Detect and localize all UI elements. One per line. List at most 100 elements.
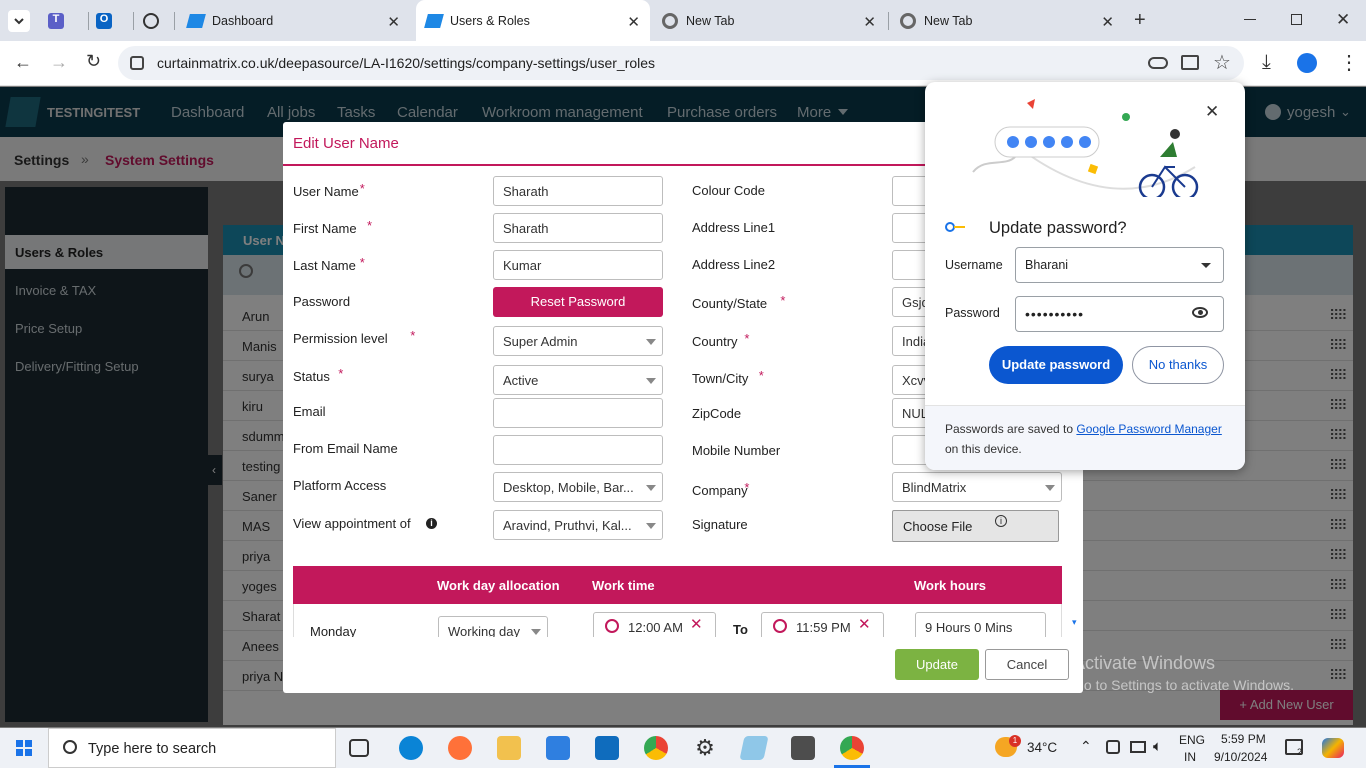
back-icon[interactable]: ← xyxy=(14,52,32,73)
info-icon[interactable]: i xyxy=(426,518,437,529)
update-button[interactable]: Update xyxy=(895,649,979,680)
close-icon[interactable]: ✕ xyxy=(387,13,400,31)
new-tab-icon[interactable]: + xyxy=(1134,9,1146,32)
field-label: Signature xyxy=(692,517,748,532)
notepad-icon[interactable] xyxy=(739,736,769,760)
meet-now-icon[interactable] xyxy=(1106,740,1120,754)
cancel-button[interactable]: Cancel xyxy=(985,649,1069,680)
input-view-appointment-of[interactable]: Aravind, Pruthvi, Kal... xyxy=(493,510,663,540)
popup-footer: Passwords are saved to Google Password M… xyxy=(925,405,1245,470)
tab-chatgpt[interactable] xyxy=(143,0,173,41)
password-label: Password xyxy=(945,306,1000,320)
required-marker: * xyxy=(758,368,764,383)
task-view-icon[interactable] xyxy=(349,739,369,757)
address-bar[interactable]: curtainmatrix.co.uk/deepasource/LA-I1620… xyxy=(118,46,1244,80)
header-work-hours: Work hours xyxy=(914,578,986,593)
input-first-name[interactable]: Sharath xyxy=(493,213,663,243)
work-hours-field[interactable]: 9 Hours 0 Mins xyxy=(915,612,1046,637)
input-value: Desktop, Mobile, Bar... xyxy=(503,480,634,495)
modal-title: Edit User Name xyxy=(293,135,399,152)
day-allocation-select[interactable]: Working day xyxy=(438,616,548,637)
weather-temp[interactable]: 34°C xyxy=(1027,740,1057,755)
close-icon[interactable]: ✕ xyxy=(1101,13,1114,31)
menu-kebab-icon[interactable]: ⋮ xyxy=(1339,50,1359,75)
tab-dashboard[interactable]: Dashboard ✕ xyxy=(178,0,410,41)
modal-scrollbar[interactable]: ▾ xyxy=(1072,617,1080,637)
taskbar-search[interactable]: Type here to search xyxy=(48,728,336,768)
tab-new-tab-1[interactable]: New Tab ✕ xyxy=(654,0,886,41)
tab-teams[interactable]: T xyxy=(48,0,86,41)
browser-tab-strip: T O Dashboard ✕ Users & Roles ✕ New Tab … xyxy=(0,0,1366,41)
clear-time-icon[interactable]: ✕ xyxy=(858,615,871,633)
edge-icon[interactable] xyxy=(399,736,423,760)
chrome-icon[interactable] xyxy=(644,736,668,760)
copilot-icon[interactable] xyxy=(1322,738,1344,758)
input-platform-access[interactable]: Desktop, Mobile, Bar... xyxy=(493,472,663,502)
username-select[interactable]: Bharani xyxy=(1015,247,1224,283)
tab-search-button[interactable] xyxy=(8,10,30,32)
tab-outlook[interactable]: O xyxy=(96,0,132,41)
password-key-icon[interactable] xyxy=(1148,57,1168,69)
input-value: Active xyxy=(503,373,539,388)
chrome-active-icon[interactable] xyxy=(840,736,864,760)
field-label: Platform Access xyxy=(293,478,387,493)
profile-avatar[interactable] xyxy=(1297,53,1317,73)
reset-password-button[interactable]: Reset Password xyxy=(493,287,663,317)
settings-gear-icon[interactable]: ⚙ xyxy=(693,736,717,760)
reload-icon[interactable]: ↻ xyxy=(86,51,101,72)
clock-date[interactable]: 9/10/2024 xyxy=(1214,750,1267,764)
minimize-icon[interactable] xyxy=(1244,19,1256,20)
language-bottom[interactable]: IN xyxy=(1184,750,1196,764)
field-label: Colour Code xyxy=(692,183,765,198)
password-manager-link[interactable]: Google Password Manager xyxy=(1076,422,1221,436)
language-top[interactable]: ENG xyxy=(1179,733,1205,747)
close-window-icon[interactable]: ✕ xyxy=(1336,10,1350,30)
close-icon[interactable]: ✕ xyxy=(863,13,876,31)
curtainmatrix-icon xyxy=(424,13,444,28)
input-user-name[interactable]: Sharath xyxy=(493,176,663,206)
footer-text-2: on this device. xyxy=(945,442,1022,456)
file-explorer-icon[interactable] xyxy=(497,736,521,760)
required-marker: * xyxy=(744,480,750,495)
eye-icon[interactable] xyxy=(1192,307,1208,318)
day-label: Monday xyxy=(310,624,357,637)
windows-start-icon[interactable] xyxy=(16,740,32,756)
field-label: Country xyxy=(692,334,738,349)
username-label: Username xyxy=(945,258,1003,272)
close-icon[interactable]: ✕ xyxy=(627,13,640,31)
clock-time[interactable]: 5:59 PM xyxy=(1221,732,1266,746)
input-from-email-name[interactable] xyxy=(493,435,663,465)
volume-icon[interactable]: 🔈︎ xyxy=(1153,738,1162,755)
install-app-icon[interactable] xyxy=(1181,55,1199,70)
calculator-icon[interactable] xyxy=(791,736,815,760)
info-icon[interactable]: i xyxy=(995,515,1007,527)
bookmark-star-icon[interactable]: ☆ xyxy=(1213,50,1231,75)
mail-icon[interactable] xyxy=(595,736,619,760)
choose-file-button[interactable]: Choose File i xyxy=(892,510,1059,542)
chevron-up-icon[interactable]: ⌃ xyxy=(1080,738,1092,755)
clear-time-icon[interactable]: ✕ xyxy=(690,615,703,633)
dropdown-caret-icon xyxy=(646,339,656,345)
input-company[interactable]: BlindMatrix xyxy=(892,472,1062,502)
store-icon[interactable] xyxy=(546,736,570,760)
site-settings-icon[interactable] xyxy=(130,56,144,70)
update-password-popup: ✕ Update password? Username Bharani Pass… xyxy=(925,82,1245,470)
restore-icon[interactable] xyxy=(1291,14,1302,25)
field-label: Status xyxy=(293,369,330,384)
field-label: Company xyxy=(692,483,748,498)
tab-new-tab-2[interactable]: New Tab ✕ xyxy=(892,0,1124,41)
outlook-icon: O xyxy=(96,12,112,29)
input-permission-level[interactable]: Super Admin xyxy=(493,326,663,356)
input-last-name[interactable]: Kumar xyxy=(493,250,663,280)
downloads-icon[interactable]: ⤓ xyxy=(1262,51,1271,74)
update-password-button[interactable]: Update password xyxy=(989,346,1123,384)
tab-users-roles[interactable]: Users & Roles ✕ xyxy=(416,0,650,41)
network-icon[interactable] xyxy=(1130,741,1146,753)
field-label: Permission level xyxy=(293,331,388,346)
forward-icon[interactable]: → xyxy=(50,52,68,73)
no-thanks-button[interactable]: No thanks xyxy=(1132,346,1224,384)
firefox-icon[interactable] xyxy=(448,736,472,760)
required-marker: * xyxy=(367,218,373,233)
input-status[interactable]: Active xyxy=(493,365,663,395)
input-email[interactable] xyxy=(493,398,663,428)
